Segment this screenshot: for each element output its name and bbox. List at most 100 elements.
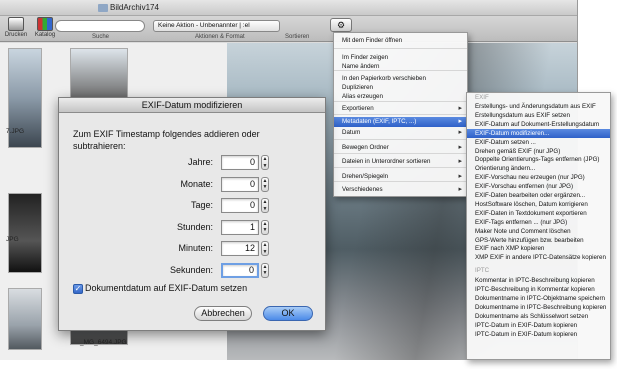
menu-item[interactable]: Verschiedenes <box>334 185 467 195</box>
submenu-item[interactable]: Kommentar in IPTC-Beschreibung kopieren <box>467 276 610 285</box>
submenu-item[interactable]: XMP EXIF in andere IPTC-Datensätze kopie… <box>467 253 610 262</box>
field-stepper[interactable]: ▲ ▼ <box>261 219 269 235</box>
submenu-item[interactable]: IPTC-Datum in EXIF-Datum kopieren <box>467 330 610 339</box>
dialog-title: EXIF-Datum modifizieren <box>59 98 325 113</box>
print-button-label: Drucken <box>4 32 28 38</box>
field-row: Stunden: 1 ▲ ▼ <box>59 219 325 236</box>
submenu-item[interactable]: EXIF-Daten in Textdokument exportieren <box>467 209 610 218</box>
field-input[interactable]: 0 <box>221 176 259 192</box>
field-input[interactable]: 0 <box>221 155 259 170</box>
field-row: Minuten: 12 ▲ ▼ <box>59 241 325 257</box>
field-label: Tage: <box>190 200 213 210</box>
menu-separator <box>334 139 467 140</box>
file-thumbnail[interactable] <box>8 288 42 350</box>
field-row: Jahre: 0 ▲ ▼ <box>59 155 325 171</box>
submenu-header-iptc: IPTC <box>475 267 490 275</box>
submenu-item[interactable]: Doppelte Orientierungs-Tags entfernen (J… <box>467 155 610 164</box>
menu-separator <box>334 167 467 168</box>
submenu-item[interactable]: Maker Note und Comment löschen <box>467 227 610 236</box>
catalog-button-label: Katalog <box>34 32 56 38</box>
toolbar: Drucken Katalog Suche Keine Aktion - Unb… <box>0 16 577 42</box>
menu-item[interactable]: Mit dem Finder öffnen <box>334 36 467 46</box>
gear-button[interactable]: ⚙ <box>330 18 352 32</box>
field-stepper[interactable]: ▲ ▼ <box>261 155 269 170</box>
field-label: Minuten: <box>178 243 213 253</box>
field-row: Monate: 0 ▲ ▼ <box>59 176 325 193</box>
stepper-down-icon[interactable]: ▼ <box>262 249 268 256</box>
submenu-item[interactable]: EXIF nach XMP kopieren <box>467 244 610 253</box>
menu-item[interactable]: Name ändern <box>334 62 467 72</box>
stepper-down-icon[interactable]: ▼ <box>262 206 268 213</box>
menu-item[interactable]: Metadaten (EXIF, IPTC, ...) <box>334 117 467 127</box>
submenu-item[interactable]: EXIF-Vorschau neu erzeugen (nur JPG) <box>467 173 610 182</box>
menu-item[interactable]: Exportieren <box>334 104 467 114</box>
field-stepper[interactable]: ▲ ▼ <box>261 176 269 192</box>
field-input[interactable]: 12 <box>221 241 259 256</box>
stepper-down-icon[interactable]: ▼ <box>262 184 268 191</box>
submenu-item[interactable]: Drehen gemäß EXIF (nur JPG) <box>467 147 610 156</box>
stepper-down-icon[interactable]: ▼ <box>262 270 268 277</box>
field-label: Monate: <box>180 178 213 189</box>
submenu-item[interactable]: EXIF-Daten bearbeiten oder ergänzen... <box>467 191 610 200</box>
file-name: JPG <box>6 236 19 243</box>
gear-icon: ⚙ <box>336 20 346 30</box>
field-stepper[interactable]: ▲ ▼ <box>261 262 269 278</box>
cancel-button[interactable]: Abbrechen <box>194 306 252 321</box>
submenu-item[interactable]: Dokumentname in IPTC-Beschreibung kopier… <box>467 303 610 312</box>
field-stepper[interactable]: ▲ ▼ <box>261 198 269 213</box>
menu-item[interactable]: Datum <box>334 128 467 138</box>
dialog-description: Zum EXIF Timestamp folgendes addieren od… <box>73 129 260 151</box>
exif-modify-dialog: EXIF-Datum modifizieren Zum EXIF Timesta… <box>58 97 326 331</box>
menu-item[interactable]: Bewegen Ordner <box>334 143 467 153</box>
field-input[interactable]: 0 <box>221 262 259 278</box>
stepper-down-icon[interactable]: ▼ <box>262 163 268 170</box>
checkmark-icon[interactable]: ✓ <box>73 283 83 294</box>
context-menu: Mit dem Finder öffnen Im Finder zeigen Nam… <box>333 32 468 197</box>
menu-separator <box>334 114 467 115</box>
file-thumbnail[interactable] <box>8 193 42 273</box>
stepper-down-icon[interactable]: ▼ <box>262 227 268 234</box>
menu-item[interactable]: Dateien in Unterordner sortieren <box>334 157 467 167</box>
window-titlebar: BildArchiv174 <box>0 0 577 16</box>
submenu-item[interactable]: GPS-Werte hinzufügen bzw. bearbeiten <box>467 236 610 245</box>
menu-item[interactable]: Alias erzeugen <box>334 92 467 102</box>
submenu-item[interactable]: EXIF-Datum auf Dokument-Erstellungsdatum <box>467 120 610 129</box>
field-row: Sekunden: 0 ▲ ▼ <box>59 262 325 279</box>
submenu-item[interactable]: Erstellungs- und Änderungsdatum aus EXIF <box>467 102 610 111</box>
menu-item[interactable]: Drehen/Spiegeln <box>334 172 467 182</box>
submenu-item[interactable]: IPTC-Beschreibung in Kommentar kopieren <box>467 285 610 294</box>
sort-label: Sortieren <box>285 34 310 40</box>
menu-separator <box>334 153 467 154</box>
field-label: Sekunden: <box>169 264 213 275</box>
print-button[interactable]: Drucken <box>4 17 28 41</box>
submenu-item[interactable]: IPTC-Datum in EXIF-Datum kopieren <box>467 321 610 330</box>
submenu-item[interactable]: EXIF-Datum modifizieren... <box>467 128 610 138</box>
stepper-up-icon[interactable]: ▲ <box>262 156 268 163</box>
stepper-up-icon[interactable]: ▲ <box>262 199 268 206</box>
submenu-item[interactable]: Erstellungsdatum aus EXIF setzen <box>467 111 610 120</box>
search-input[interactable] <box>55 20 145 32</box>
submenu-item[interactable]: Dokumentname als Schlüsselwort setzen <box>467 312 610 321</box>
catalog-button[interactable]: Katalog <box>34 17 56 41</box>
submenu-item[interactable]: EXIF-Vorschau entfernen (nur JPG) <box>467 182 610 191</box>
file-name: _MG_6494.JPG <box>80 339 127 346</box>
file-name: 7.JPG <box>6 128 25 135</box>
field-row: Tage: 0 ▲ ▼ <box>59 198 325 214</box>
submenu-item[interactable]: HostSoftware löschen, Datum korrigieren <box>467 200 610 209</box>
submenu-item[interactable]: Dokumentname in IPTC-Objektname speicher… <box>467 294 610 303</box>
submenu-item[interactable]: EXIF-Tags entfernen ... (nur JPG) <box>467 218 610 227</box>
field-input[interactable]: 1 <box>221 219 259 235</box>
field-input[interactable]: 0 <box>221 198 259 213</box>
submenu-item[interactable]: Orientierung ändern... <box>467 164 610 173</box>
grid-icon <box>37 17 53 31</box>
metadata-submenu: EXIF Erstellungs- und Änderungsdatum aus … <box>466 92 611 360</box>
action-select[interactable]: Keine Aktion - Unbenannter | :el <box>153 20 280 32</box>
field-stepper[interactable]: ▲ ▼ <box>261 241 269 256</box>
stepper-up-icon[interactable]: ▲ <box>262 242 268 249</box>
ok-button[interactable]: OK <box>263 306 313 321</box>
menu-separator <box>334 48 467 49</box>
window-title: BildArchiv174 <box>110 3 159 12</box>
submenu-item[interactable]: EXIF-Datum setzen ... <box>467 138 610 147</box>
checkbox-label: Dokumentdatum auf EXIF-Datum setzen <box>85 283 248 293</box>
document-date-checkbox[interactable]: ✓ Dokumentdatum auf EXIF-Datum setzen <box>73 283 247 295</box>
